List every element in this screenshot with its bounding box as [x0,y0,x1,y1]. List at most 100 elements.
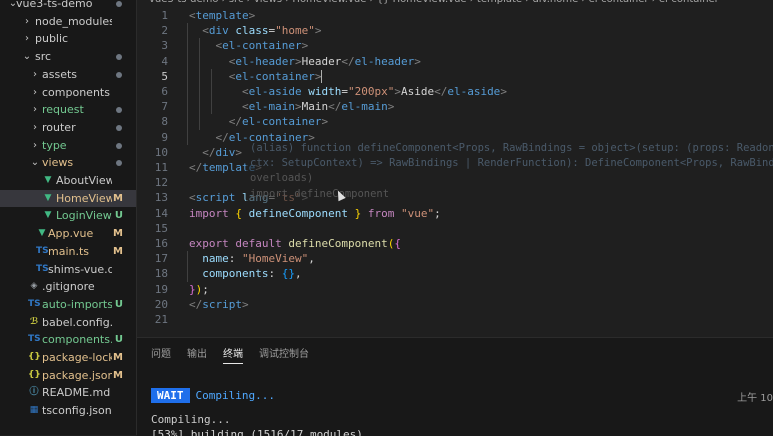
code-text: </script> [189,297,249,312]
typescript-file-icon: TS [28,298,41,309]
vue-file-icon: ▼ [44,192,52,203]
code-line: 5 <el-container> [137,69,773,84]
breadcrumb-item[interactable]: HomeView.vue [292,0,366,5]
line-number: 12 [154,176,168,190]
folder-item[interactable]: › type [0,137,136,155]
terminal-status-line: WAIT Compiling... [151,388,771,403]
code-token: </ [341,54,355,68]
code-token: import [189,206,229,220]
folder-item[interactable]: › node_modules [0,13,136,31]
file-item[interactable]: ℬbabel.config.js [0,314,136,332]
file-item[interactable]: ▼ App.vue M [0,225,136,243]
tree-item-label: vue3-ts-demo [16,0,93,10]
file-item[interactable]: {} package.json M [0,367,136,385]
breadcrumb-item[interactable]: template [477,0,522,5]
breadcrumb-item[interactable]: el-container [589,0,649,5]
line-number: 15 [154,221,168,235]
code-token: width [308,85,342,98]
babel-file-icon: ℬ [29,316,39,327]
tsconfig-file-icon: ▦ [29,405,39,416]
terminal-timestamp: 上午 10 [737,393,773,404]
breadcrumb-item[interactable]: {} HomeView.vue [377,0,467,5]
breadcrumb-item[interactable]: div.home [532,0,578,5]
code-token: el-container [222,39,302,53]
terminal-output[interactable]: WAIT Compiling... Compiling... [53%] buil… [151,388,771,436]
line-number: 11 [154,161,168,174]
folder-item[interactable]: ⌄ vue3-ts-demo [0,0,136,13]
file-item[interactable]: TSauto-imports.d.tsU [0,296,136,314]
folder-item[interactable]: ⌄ src [0,48,136,66]
modified-dot-icon [116,107,122,114]
file-item[interactable]: ◈ .gitignore [0,278,136,296]
file-item[interactable]: ▼ HomeView....M [0,189,136,208]
tree-item-label: babel.config.js [42,315,112,329]
code-text: <el-container> [189,38,309,53]
code-token: > [242,297,249,311]
code-token: script [202,297,242,311]
code-token: "home" [275,24,315,38]
code-token: Main [301,100,329,114]
code-token: < [241,100,249,114]
file-item[interactable]: TS main.ts M [0,243,136,261]
tab-problems[interactable]: 问题 [151,347,171,363]
line-number: 4 [161,54,168,68]
file-item[interactable]: ▼ LoginView.vueU [0,207,136,225]
line-number: 2 [161,24,168,38]
breadcrumb-separator-icon: › [649,0,659,5]
chevron-right-icon: › [25,33,29,45]
folder-item[interactable]: › components [0,84,136,102]
line-number: 17 [154,252,168,266]
breadcrumb-separator-icon: › [243,0,253,5]
tab-debug-console[interactable]: 调试控制台 [259,347,309,363]
hover-line-1: (alias) function defineComponent<Props, … [250,142,773,154]
tab-terminal[interactable]: 终端 [223,347,243,364]
line-number: 8 [161,115,168,129]
chevron-right-icon: › [33,139,37,151]
code-token: components [202,267,269,281]
breadcrumb-item[interactable]: vue3-ts-demo [149,0,218,5]
code-line: 2 <div class="home"> [137,23,773,38]
file-item[interactable]: ▦ tsconfig.json [0,402,136,420]
code-token: , [308,252,315,266]
file-item[interactable]: TSshims-vue.d.ts [0,261,136,279]
folder-item[interactable]: ⌄ views [0,154,136,172]
file-item[interactable]: ⓘ README.md [0,384,136,402]
breadcrumb-trail: vue3-ts-demo › src › views › HomeView.vu… [149,0,719,6]
code-token: "vue" [400,206,435,220]
code-line: 20 </script> [137,297,773,312]
code-token: < [189,9,196,22]
line-number: 7 [161,100,168,114]
git-status-badge: M [113,192,123,204]
tab-output[interactable]: 输出 [187,347,207,363]
code-token: el-header [235,54,295,68]
folder-item[interactable]: › assets [0,66,136,84]
folder-item[interactable]: › router [0,119,136,137]
tree-item-label: router [42,120,76,134]
folder-item[interactable]: › public [0,30,136,48]
chevron-right-icon: › [33,86,37,98]
code-token: defineComponent [288,237,388,250]
breadcrumb-item[interactable]: views [254,0,282,5]
breadcrumb-item[interactable]: el-container [659,0,719,5]
code-token: < [189,191,196,205]
code-token: </ [215,130,229,144]
code-line: 4 <el-header>Header</el-header> [137,54,773,69]
file-item[interactable]: TScomponents.d.tsU [0,331,136,349]
vue-file-icon: ▼ [38,228,46,239]
code-token: el-main [248,100,295,114]
git-status-badge: M [113,352,123,363]
file-item[interactable]: {}package-lock.j...M [0,349,136,367]
chevron-right-icon: › [33,121,37,133]
file-item[interactable]: ▼ AboutView.vue [0,172,136,190]
hover-line-3: overloads) [250,172,314,185]
breadcrumb-item[interactable]: src [229,0,244,5]
code-token: from [367,206,395,220]
folder-item[interactable]: › request [0,101,136,119]
code-text: <template> [189,8,255,23]
